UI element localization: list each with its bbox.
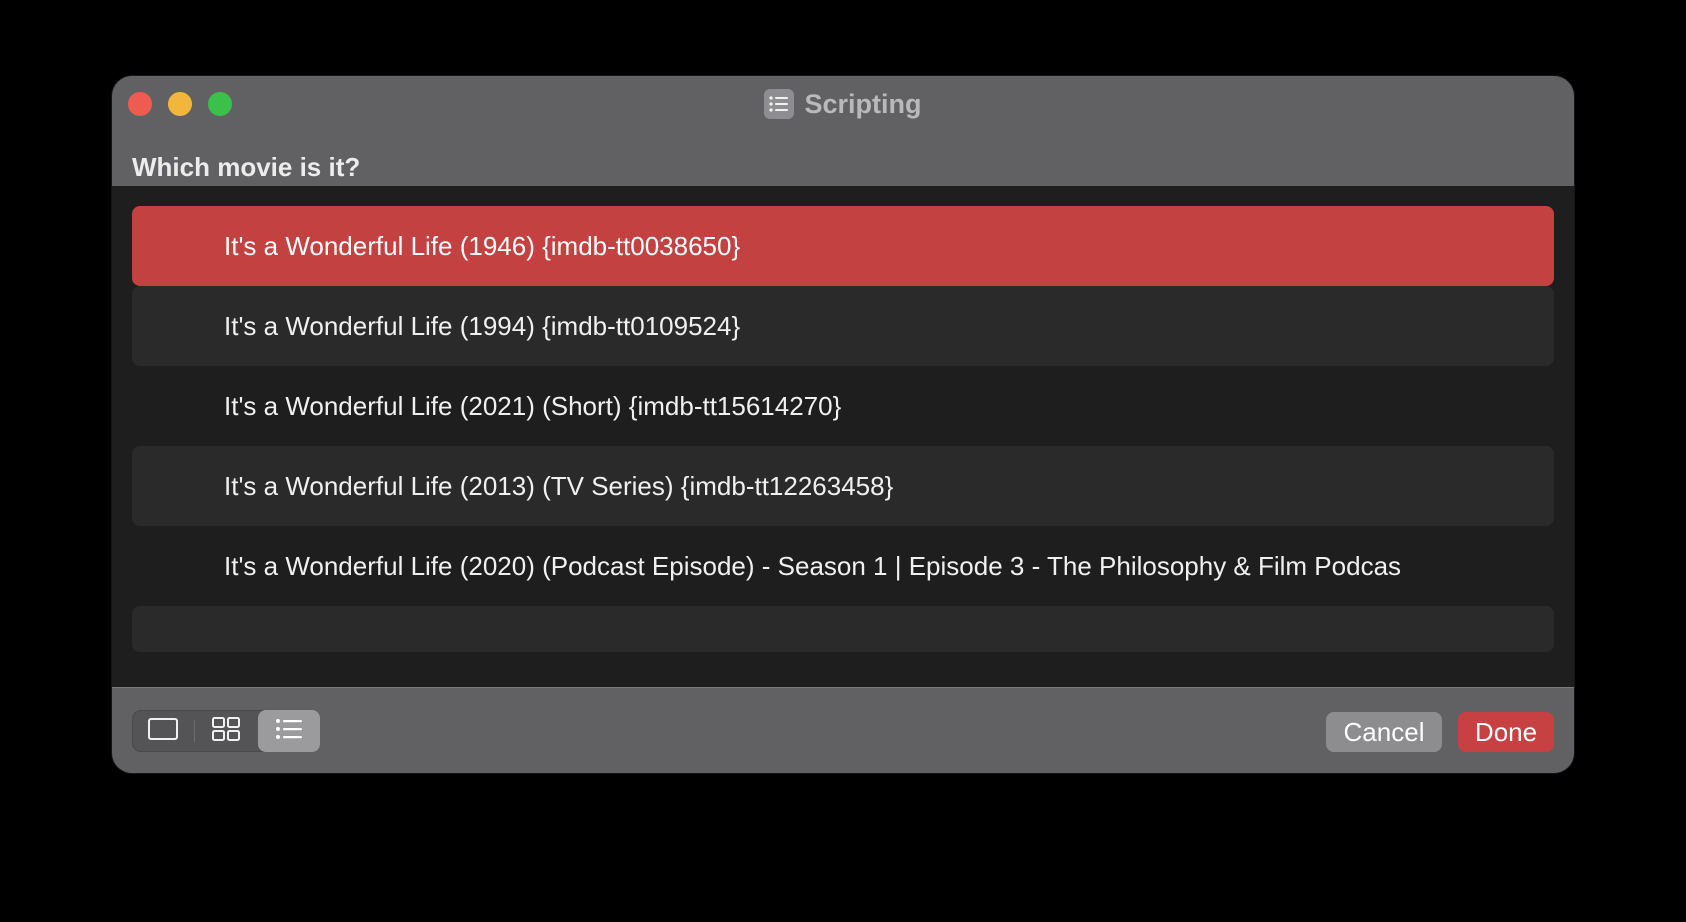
single-view-button[interactable] <box>132 710 194 752</box>
window-title: Scripting <box>804 89 922 119</box>
list-item[interactable]: It's a Wonderful Life (1994) {imdb-tt010… <box>132 286 1554 366</box>
list-item[interactable]: It's a Wonderful Life (2013) (TV Series)… <box>132 446 1554 526</box>
title-bar: Scripting Which movie is it? <box>112 76 1574 186</box>
cancel-button[interactable]: Cancel <box>1326 712 1442 752</box>
list-view-button[interactable] <box>258 710 320 752</box>
list-icon <box>764 89 795 119</box>
list-view-icon <box>275 718 303 745</box>
done-button[interactable]: Done <box>1458 712 1554 752</box>
empty-list-row <box>132 606 1554 652</box>
grid-view-icon <box>211 716 241 747</box>
list-item[interactable]: It's a Wonderful Life (2021) (Short) {im… <box>132 366 1554 446</box>
window-title-area: Scripting <box>112 86 1574 122</box>
list-item-label: It's a Wonderful Life (2020) (Podcast Ep… <box>224 550 1402 581</box>
list-item-label: It's a Wonderful Life (2021) (Short) {im… <box>224 390 842 421</box>
view-switcher <box>132 710 320 752</box>
movie-list: It's a Wonderful Life (1946) {imdb-tt003… <box>132 206 1554 652</box>
list-item-label: It's a Wonderful Life (1946) {imdb-tt003… <box>224 230 741 261</box>
single-view-icon <box>147 717 179 746</box>
list-item[interactable]: It's a Wonderful Life (1946) {imdb-tt003… <box>132 206 1554 286</box>
prompt-heading: Which movie is it? <box>132 152 361 182</box>
list-item[interactable]: It's a Wonderful Life (2020) (Podcast Ep… <box>132 526 1554 606</box>
bottom-toolbar: Cancel Done <box>112 687 1574 773</box>
list-item-label: It's a Wonderful Life (1994) {imdb-tt010… <box>224 310 741 341</box>
list-item-label: It's a Wonderful Life (2013) (TV Series)… <box>224 470 894 501</box>
dialog-window: Scripting Which movie is it? It's a Wond… <box>112 76 1574 773</box>
grid-view-button[interactable] <box>195 710 257 752</box>
